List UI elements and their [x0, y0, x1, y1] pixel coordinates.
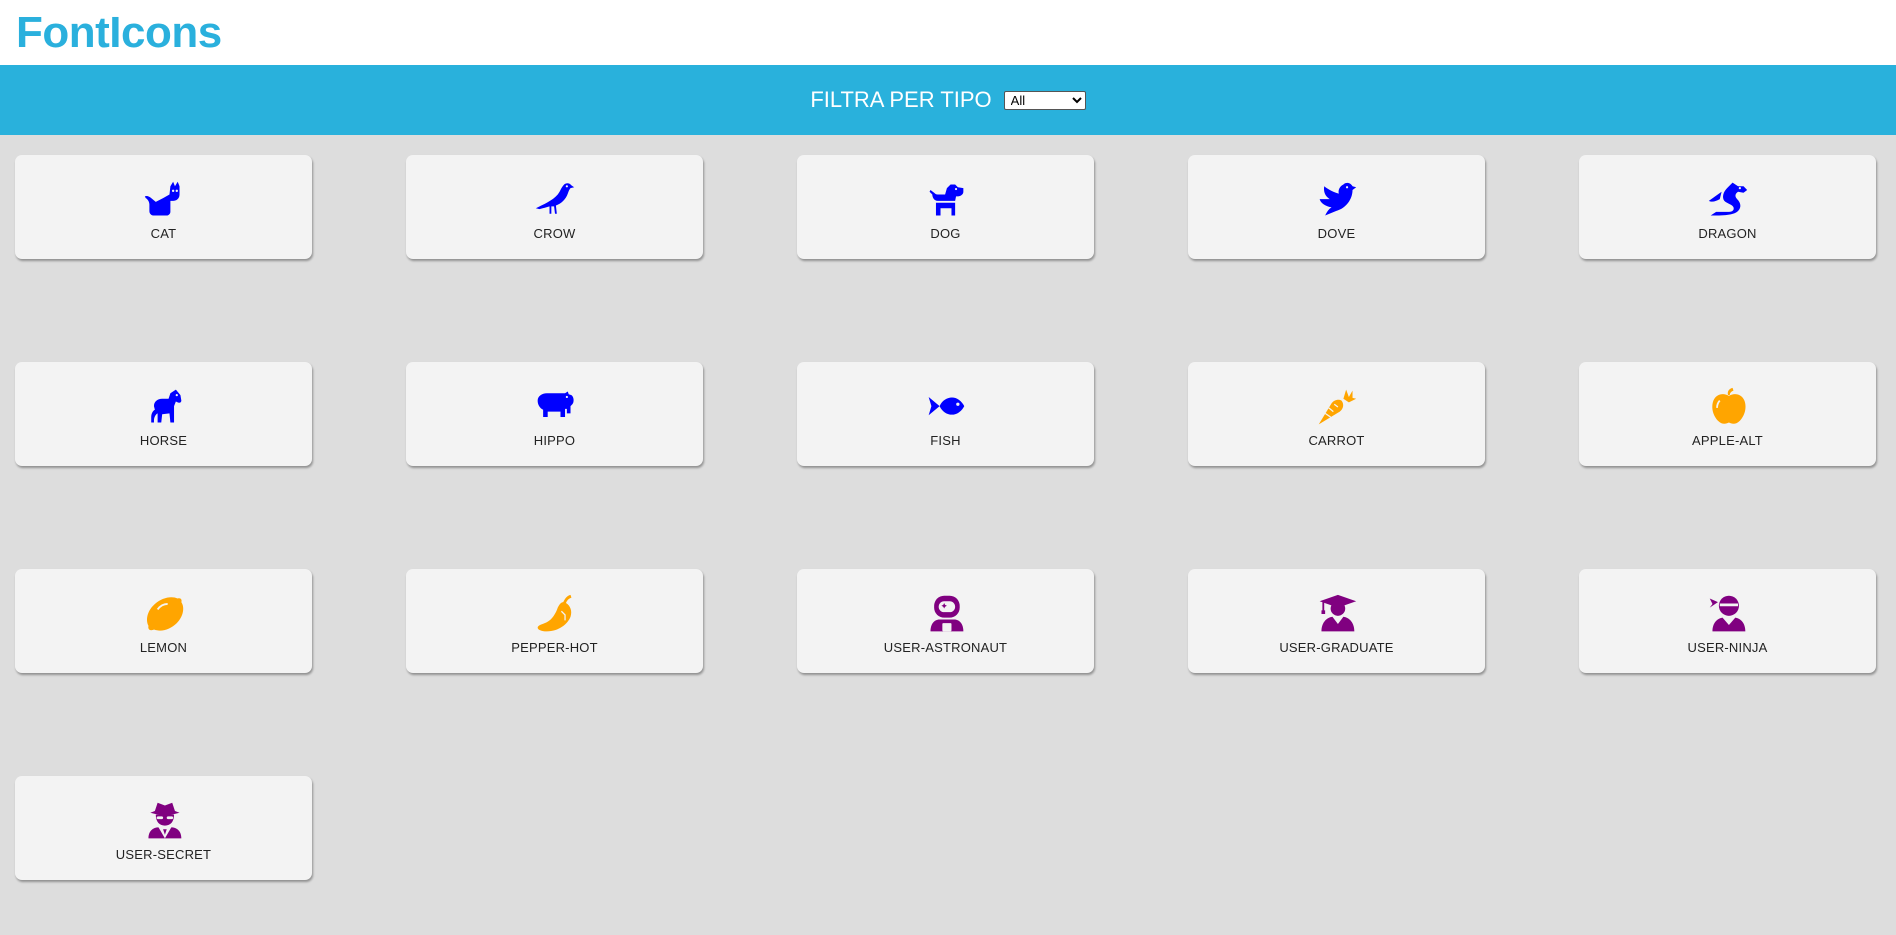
user-astronaut-icon: [924, 592, 968, 636]
icon-card-label: LEMON: [139, 639, 188, 655]
icon-card[interactable]: LEMON: [15, 569, 312, 673]
icon-card[interactable]: USER-ASTRONAUT: [797, 569, 1094, 673]
lemon-icon: [142, 592, 186, 636]
icon-card[interactable]: DRAGON: [1579, 155, 1876, 259]
icon-card[interactable]: USER-NINJA: [1579, 569, 1876, 673]
app-header: FontIcons: [0, 0, 1896, 65]
hippo-icon: [533, 385, 577, 429]
icon-card-label: DRAGON: [1698, 225, 1757, 241]
icon-card[interactable]: CROW: [406, 155, 703, 259]
icon-card-label: APPLE-ALT: [1692, 432, 1763, 448]
dragon-icon: [1706, 178, 1750, 222]
icon-card[interactable]: DOVE: [1188, 155, 1485, 259]
fish-icon: [924, 385, 968, 429]
icon-card[interactable]: USER-GRADUATE: [1188, 569, 1485, 673]
user-ninja-icon: [1706, 592, 1750, 636]
filter-bar: FILTRA PER TIPO All: [0, 65, 1896, 135]
icon-card-label: USER-GRADUATE: [1279, 639, 1394, 655]
icon-card[interactable]: FISH: [797, 362, 1094, 466]
icon-card[interactable]: HIPPO: [406, 362, 703, 466]
icon-card-label: PEPPER-HOT: [511, 639, 598, 655]
dove-icon: [1315, 178, 1359, 222]
horse-icon: [142, 385, 186, 429]
filter-select[interactable]: All: [1003, 90, 1086, 110]
icon-card-label: USER-ASTRONAUT: [883, 639, 1008, 655]
icon-card[interactable]: DOG: [797, 155, 1094, 259]
cat-icon: [142, 178, 186, 222]
icon-card-label: HORSE: [139, 432, 188, 448]
filter-label: FILTRA PER TIPO: [810, 87, 992, 112]
icon-card-label: CARROT: [1308, 432, 1365, 448]
dog-icon: [924, 178, 968, 222]
user-secret-icon: [142, 799, 186, 843]
carrot-icon: [1315, 385, 1359, 429]
icon-card-label: USER-SECRET: [115, 846, 212, 862]
icon-card-label: DOVE: [1317, 225, 1356, 241]
icon-card[interactable]: USER-SECRET: [15, 776, 312, 880]
icon-card-label: CROW: [533, 225, 576, 241]
apple-alt-icon: [1706, 385, 1750, 429]
icon-card[interactable]: CAT: [15, 155, 312, 259]
icon-card[interactable]: CARROT: [1188, 362, 1485, 466]
icon-card[interactable]: PEPPER-HOT: [406, 569, 703, 673]
pepper-hot-icon: [533, 592, 577, 636]
icon-card-label: FISH: [930, 432, 961, 448]
user-graduate-icon: [1315, 592, 1359, 636]
icon-card[interactable]: HORSE: [15, 362, 312, 466]
icon-card-label: HIPPO: [533, 432, 576, 448]
icon-card[interactable]: APPLE-ALT: [1579, 362, 1876, 466]
app-logo: FontIcons: [16, 7, 222, 57]
icon-card-label: USER-NINJA: [1687, 639, 1768, 655]
icon-grid: CAT CROW DOG DOVE DRAGON HORSE HIPPO FISH CARROT…: [0, 135, 1896, 880]
icon-card-label: DOG: [930, 225, 961, 241]
crow-icon: [533, 178, 577, 222]
icon-card-label: CAT: [150, 225, 177, 241]
